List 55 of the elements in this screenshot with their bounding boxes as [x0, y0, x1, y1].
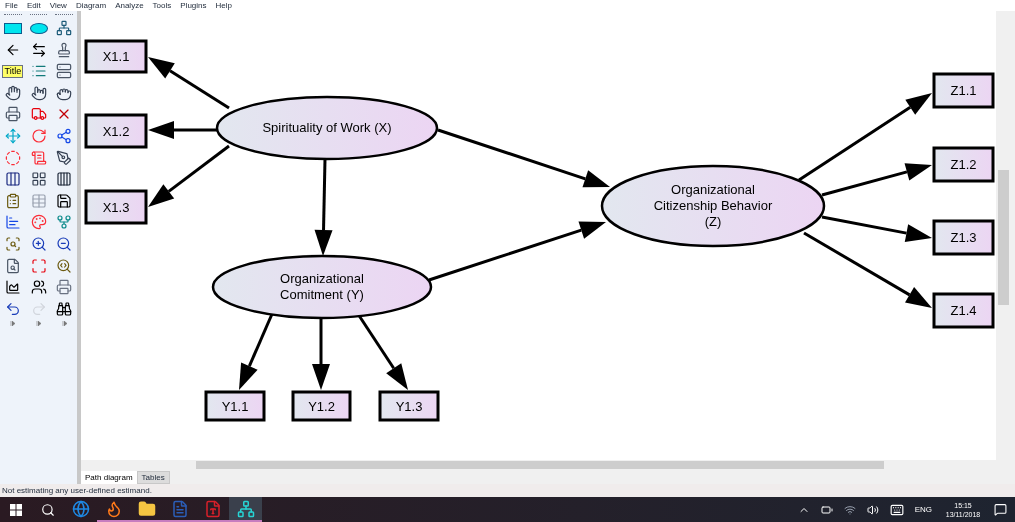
path-arrow — [312, 318, 330, 390]
menu-item[interactable]: File — [5, 0, 18, 11]
menu-item[interactable]: Diagram — [75, 0, 107, 11]
wifi-icon[interactable] — [843, 503, 856, 516]
notification-icon[interactable] — [994, 503, 1007, 516]
observed-variable-rectangle — [378, 390, 440, 422]
taskbar-app-button[interactable] — [229, 497, 262, 522]
variable-label: Spirituality of Work (X) — [262, 120, 392, 136]
scrollbar-thumb[interactable] — [196, 461, 884, 469]
language-indicator[interactable]: ENG — [914, 503, 932, 516]
variable-label: Z1.1 — [950, 83, 977, 98]
variable-label: Z1.2 — [950, 157, 977, 172]
observed-variable-rectangle — [291, 390, 352, 422]
network-icon — [236, 499, 255, 518]
variable-label: Y1.2 — [308, 398, 335, 414]
expand-marker-icon[interactable] — [36, 320, 41, 326]
variable-label: X1.2 — [102, 123, 130, 139]
windows-logo-icon — [10, 503, 22, 516]
observed-variable-rectangle — [932, 219, 995, 256]
observed-variable-rectangle — [84, 189, 148, 225]
expand-marker-icon[interactable] — [10, 320, 16, 326]
observed-variable-rectangle — [84, 113, 148, 149]
status-text: Not estimating any user-defined estimand. — [2, 485, 152, 496]
expand-marker-icon[interactable] — [61, 320, 67, 326]
variable-label: X1.1 — [102, 49, 130, 64]
tab[interactable]: Tables — [136, 471, 170, 484]
variable-label: Y1.1 — [221, 398, 249, 414]
observed-variable-rectangle — [84, 39, 148, 74]
menu-item[interactable]: Help — [215, 0, 232, 11]
scrollbar-thumb[interactable] — [998, 170, 1009, 305]
variable-label: Z1.4 — [950, 303, 977, 318]
keyboard-icon[interactable] — [889, 502, 904, 517]
observed-variable-rectangle — [932, 72, 995, 109]
tab[interactable]: Path diagram — [81, 471, 137, 484]
path-arrow — [148, 121, 217, 139]
variable-label: Z1.3 — [950, 230, 977, 245]
observed-variable-rectangle — [932, 292, 995, 329]
menu-item[interactable]: Plugins — [180, 0, 207, 11]
menu-item[interactable]: Tools — [152, 0, 172, 11]
battery-icon[interactable] — [820, 503, 833, 516]
document-icon — [170, 499, 189, 518]
volume-icon[interactable] — [866, 503, 879, 516]
observed-variable-rectangle — [932, 146, 995, 183]
menu-item[interactable]: Edit — [26, 0, 41, 11]
folder-icon — [137, 499, 156, 518]
variable-label: Organizational Citizenship Behavior (Z) — [652, 182, 774, 230]
menu-item[interactable]: Analyze — [115, 0, 144, 11]
pdf-document-icon — [203, 499, 222, 518]
variable-label: Y1.3 — [395, 398, 423, 414]
menu-item[interactable]: View — [49, 0, 67, 11]
variable-label: Organizational Comitment (Y) — [279, 271, 365, 303]
observed-variable-rectangle — [204, 390, 266, 422]
variable-label: X1.3 — [102, 199, 130, 215]
search-icon — [41, 502, 55, 517]
globe-icon — [71, 499, 90, 518]
